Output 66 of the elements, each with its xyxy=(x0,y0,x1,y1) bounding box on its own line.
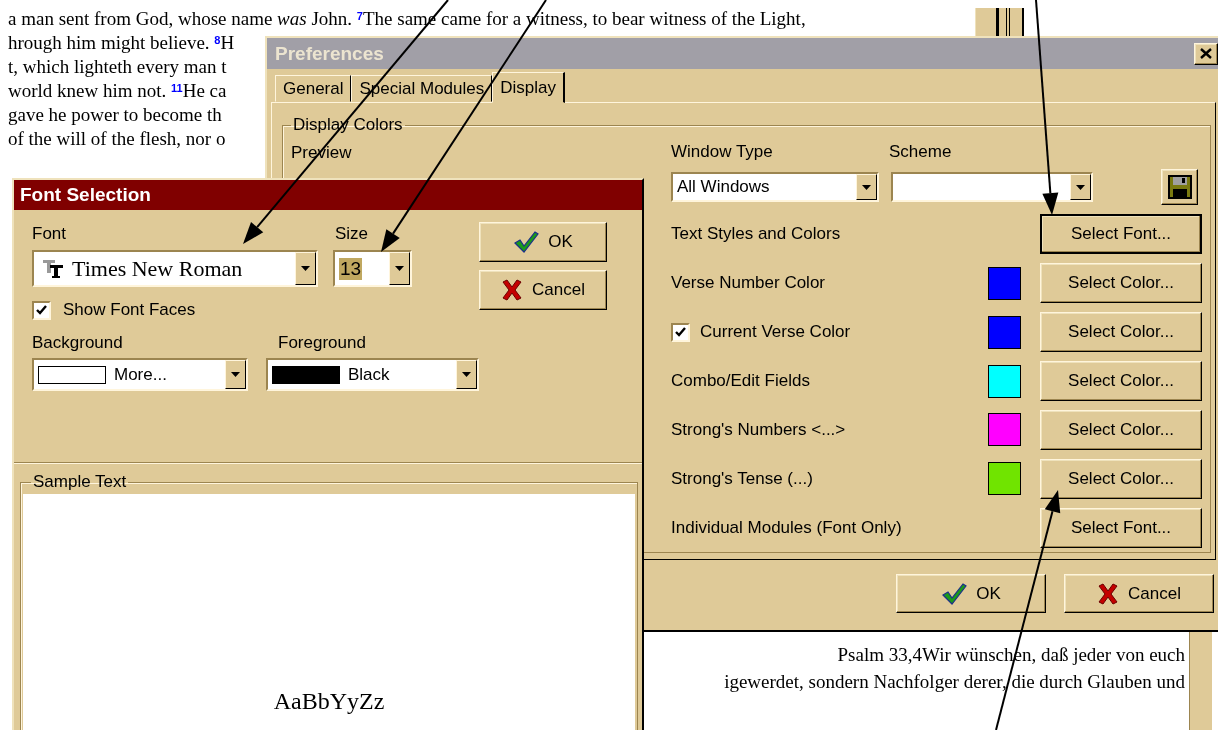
checkbox[interactable] xyxy=(32,300,51,320)
scripture-line: gave he power to become th xyxy=(8,103,222,127)
font-type-icon xyxy=(42,258,64,279)
caret-icon xyxy=(301,266,310,271)
setting-label: Text Styles and Colors xyxy=(671,224,841,245)
caret-icon xyxy=(230,372,240,377)
foreground-dropdown[interactable]: Black xyxy=(265,358,479,391)
select-color-button[interactable]: Select Color... xyxy=(1040,409,1202,450)
save-button[interactable] xyxy=(1161,169,1198,205)
setting-label: Combo/Edit Fields xyxy=(671,371,810,391)
tab[interactable]: Display xyxy=(492,72,565,103)
background-dropdown[interactable]: More... xyxy=(32,358,248,391)
select-color-button[interactable]: Select Color... xyxy=(1040,458,1202,499)
dropdown-button[interactable] xyxy=(456,360,477,389)
font-dropdown[interactable]: Times New Roman xyxy=(32,250,318,287)
cross-icon xyxy=(1097,582,1120,605)
field-label: Font xyxy=(32,224,68,244)
select-font-button[interactable]: Select Font... xyxy=(1040,507,1202,548)
dropdown-button[interactable] xyxy=(295,252,316,285)
caret-icon xyxy=(862,184,871,190)
field-label: Size xyxy=(335,224,369,244)
cross-icon xyxy=(501,279,524,301)
scheme-dropdown[interactable] xyxy=(891,172,1093,202)
setting-label: Verse Number Color xyxy=(671,273,825,294)
group-label: Sample Text xyxy=(32,472,128,492)
splitter-bar xyxy=(975,8,1024,36)
field-label: Foreground xyxy=(278,333,366,353)
close-icon xyxy=(1200,48,1212,59)
select-font-button[interactable]: Select Font... xyxy=(1040,214,1202,255)
checkbox-label: Show Font Faces xyxy=(63,300,196,320)
ok-button[interactable]: OK xyxy=(479,222,607,262)
window-title: Font Selection xyxy=(20,184,151,206)
window-title: Preferences xyxy=(275,42,384,65)
checkmark-icon xyxy=(36,305,47,315)
checkmark-icon xyxy=(513,230,540,254)
field-label: Scheme xyxy=(889,142,952,162)
dropdown-button[interactable] xyxy=(1070,174,1091,200)
setting-label: Strong's Tense (...) xyxy=(671,468,813,489)
ok-button[interactable]: OK xyxy=(896,574,1046,613)
select-color-button[interactable]: Select Color... xyxy=(1040,361,1202,401)
dropdown-button[interactable] xyxy=(224,360,246,389)
text-line: igewerdet, sondern Nachfolger derer, die durch Glauben und xyxy=(723,670,1185,694)
scripture-line: t, which lighteth every man t xyxy=(8,55,227,79)
dropdown-button[interactable] xyxy=(389,252,410,285)
size-dropdown[interactable]: 13 xyxy=(333,250,412,287)
close-button[interactable] xyxy=(1194,42,1218,65)
cancel-button[interactable]: Cancel xyxy=(1064,574,1214,613)
caret-icon xyxy=(1076,184,1085,190)
setting-label: Strong's Numbers <...> xyxy=(671,419,846,440)
select-color-button[interactable]: Select Color... xyxy=(1040,263,1202,304)
checkmark-icon xyxy=(941,581,968,606)
field-label: Background xyxy=(32,333,124,353)
cancel-button[interactable]: Cancel xyxy=(479,270,607,310)
sample-text: AaBbYyZz xyxy=(273,688,385,714)
setting-label: Individual Modules (Font Only) xyxy=(671,517,902,538)
checkbox[interactable] xyxy=(671,322,690,342)
caret-icon xyxy=(462,372,471,377)
setting-label: Current Verse Color xyxy=(700,322,851,343)
dropdown-button[interactable] xyxy=(856,174,877,200)
window-type-dropdown[interactable]: All Windows xyxy=(671,172,879,202)
field-label: Window Type xyxy=(671,142,774,162)
caret-icon xyxy=(395,266,404,271)
tab[interactable]: General xyxy=(275,75,352,102)
select-color-button[interactable]: Select Color... xyxy=(1040,312,1202,353)
scripture-line: of the will of the flesh, nor o xyxy=(8,127,226,151)
checkmark-icon xyxy=(675,327,686,338)
